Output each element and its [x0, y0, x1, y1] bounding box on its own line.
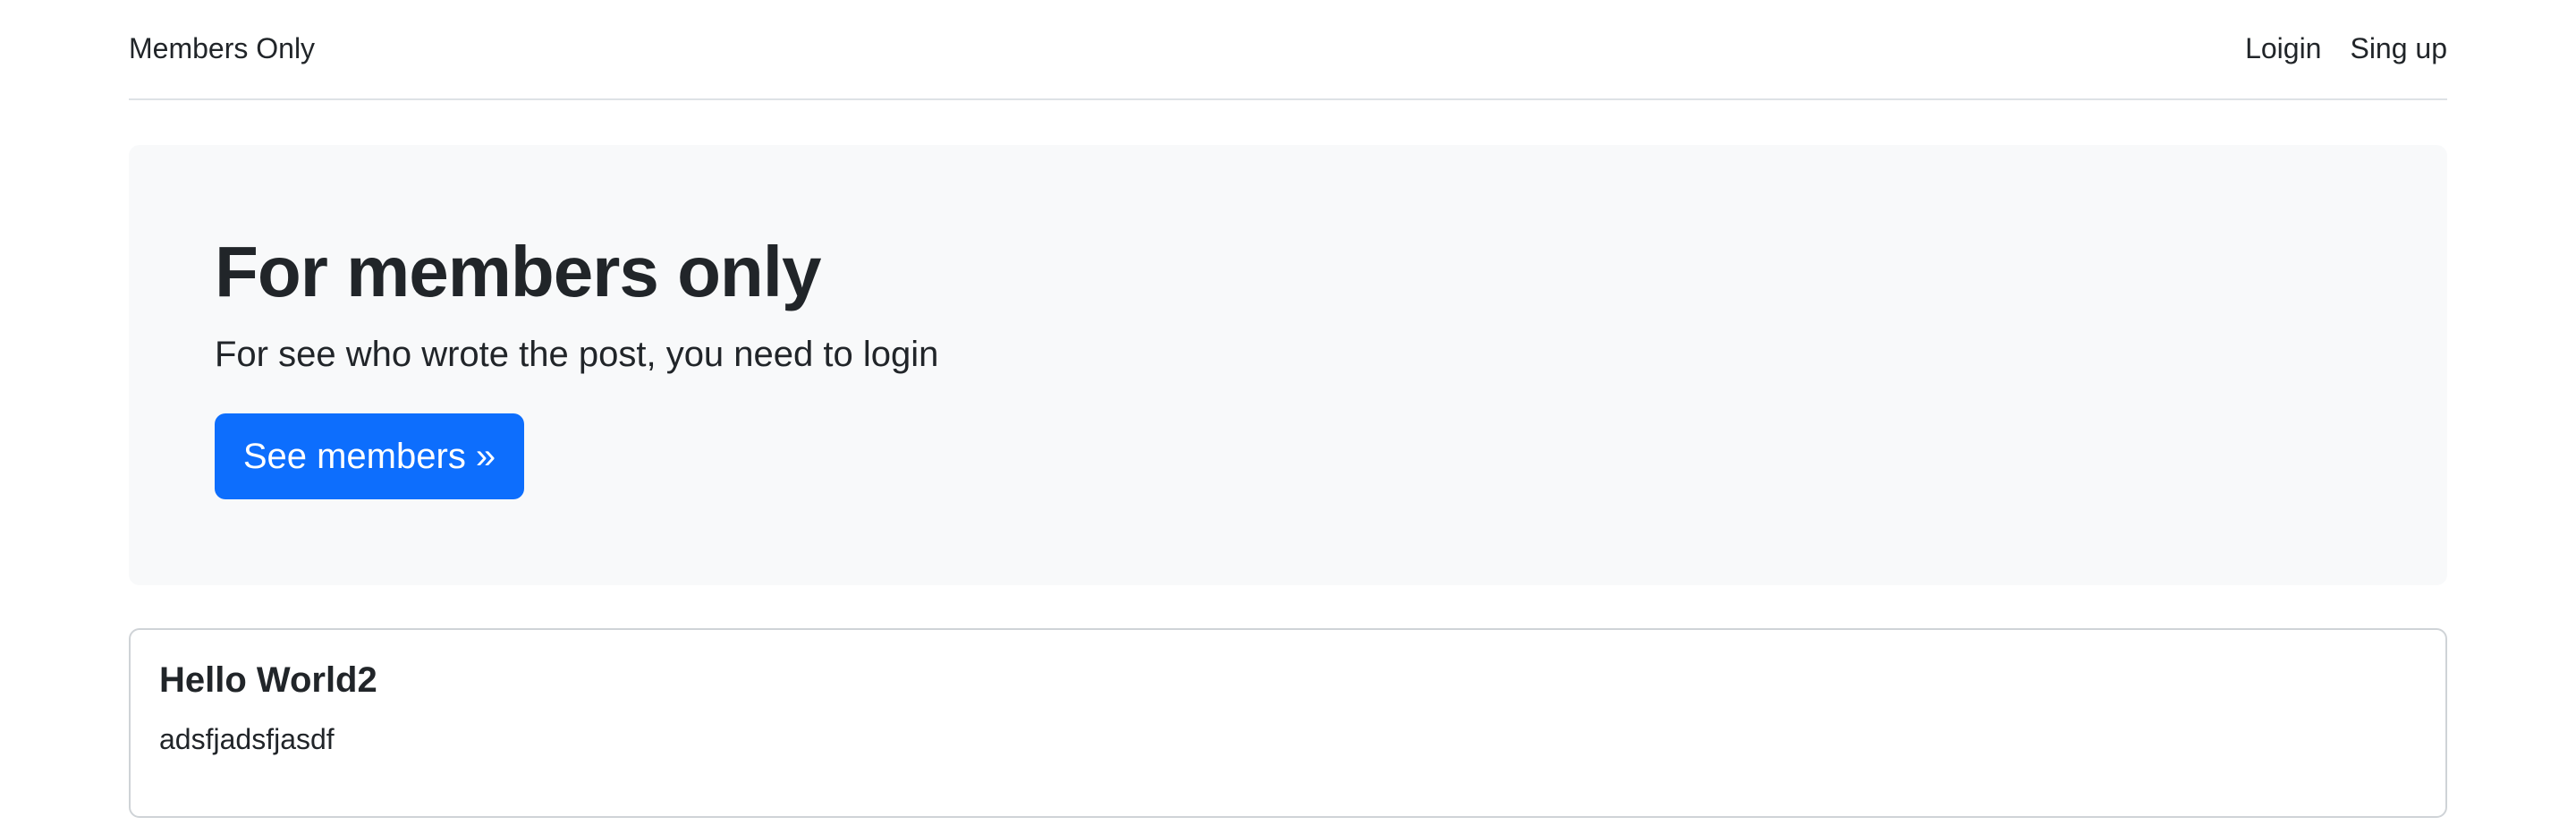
post-title: Hello World2 [159, 660, 377, 700]
hero-subtitle: For see who wrote the post, you need to … [215, 335, 939, 374]
login-link[interactable]: Loigin [2245, 32, 2321, 65]
site-header: Members Only Loigin Sing up [129, 0, 2447, 100]
signup-link[interactable]: Sing up [2350, 32, 2447, 65]
post-body: adsfjadsfjasdf [159, 723, 335, 755]
hero-banner: For members only For see who wrote the p… [129, 145, 2447, 585]
post-card: Hello World2 adsfjadsfjasdf [129, 628, 2447, 818]
page-container: Members Only Loigin Sing up For members … [129, 0, 2447, 818]
brand-link[interactable]: Members Only [129, 32, 315, 65]
hero-title: For members only [215, 232, 822, 311]
see-members-button[interactable]: See members » [215, 413, 524, 499]
header-nav: Loigin Sing up [2245, 32, 2447, 65]
